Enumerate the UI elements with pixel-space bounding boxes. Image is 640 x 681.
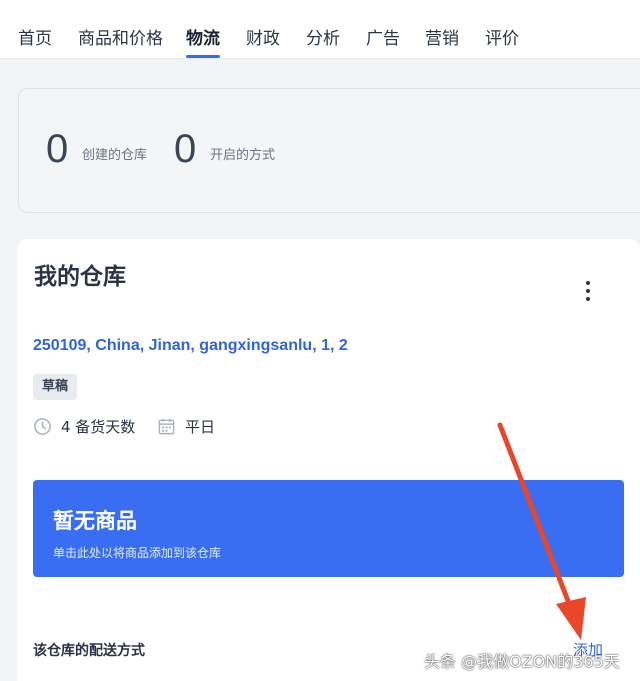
tab-ads[interactable]: 广告 (366, 24, 400, 49)
more-vertical-icon[interactable] (577, 279, 599, 303)
schedule-info: 平日 (157, 415, 215, 437)
tab-products-prices[interactable]: 商品和价格 (78, 24, 163, 49)
delivery-methods-label: 该仓库的配送方式 (33, 643, 145, 659)
tab-logistics[interactable]: 物流 (186, 24, 220, 49)
schedule-text: 平日 (185, 417, 216, 436)
clock-icon (34, 417, 51, 435)
stats-summary-card: 0 创建的仓库 0 开启的方式 (18, 88, 640, 213)
warehouses-created-count: 0 (46, 127, 69, 171)
tab-marketing[interactable]: 营销 (425, 24, 459, 49)
tab-reviews[interactable]: 评价 (485, 24, 519, 49)
no-products-title: 暂无商品 (53, 509, 137, 533)
methods-enabled-count: 0 (174, 127, 197, 171)
watermark: 头条 @我做OZON的365天 (424, 652, 620, 671)
tab-home[interactable]: 首页 (18, 24, 52, 49)
status-badge: 草稿 (33, 374, 78, 400)
tab-finance[interactable]: 财政 (246, 24, 280, 49)
methods-enabled-label: 开启的方式 (210, 148, 276, 163)
warehouse-title: 我的仓库 (34, 264, 126, 290)
calendar-icon (158, 418, 175, 434)
add-products-button[interactable]: 暂无商品 单击此处以将商品添加到该仓库 (33, 480, 624, 577)
prep-days-text: 4 备货天数 (61, 417, 136, 436)
warehouses-created-label: 创建的仓库 (82, 148, 148, 163)
warehouse-address-link[interactable]: 250109, China, Jinan, gangxingsanlu, 1, … (33, 337, 348, 355)
no-products-subtitle: 单击此处以将商品添加到该仓库 (53, 546, 222, 560)
prep-days-info: 4 备货天数 (33, 415, 135, 437)
top-nav: 首页 商品和价格 物流 财政 分析 广告 营销 评价 (0, 0, 640, 59)
active-tab-indicator (186, 55, 220, 58)
tab-analytics[interactable]: 分析 (306, 24, 340, 49)
warehouse-card: 我的仓库 250109, China, Jinan, gangxingsanlu… (17, 239, 640, 681)
